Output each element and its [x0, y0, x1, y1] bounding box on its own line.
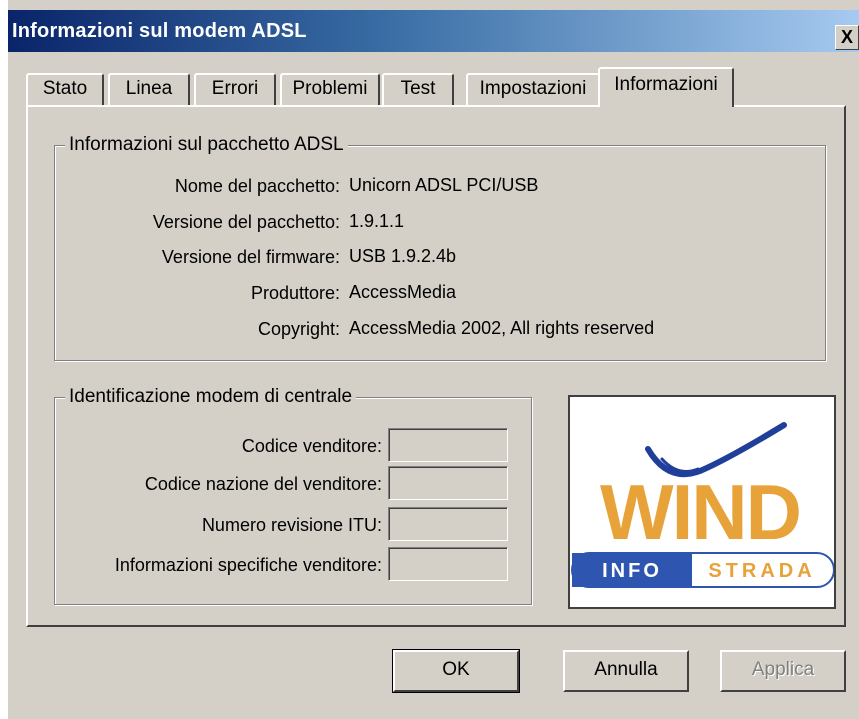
- logo-band-info: INFO: [602, 560, 662, 582]
- copyright-value: AccessMedia 2002, All rights reserved: [349, 318, 655, 338]
- firmware-version-label: Versione del firmware:: [161, 247, 340, 267]
- ok-button[interactable]: OK: [392, 649, 520, 693]
- tab-panel-informazioni: Informazioni sul pacchetto ADSL Nome del…: [26, 105, 846, 627]
- logo-band-strada: STRADA: [708, 560, 815, 582]
- package-version-label: Versione del pacchetto:: [152, 212, 340, 232]
- vendor-code-field[interactable]: [388, 428, 508, 462]
- copyright-label: Copyright:: [257, 319, 340, 339]
- tab-errori[interactable]: Errori: [194, 73, 276, 105]
- tab-informazioni[interactable]: Informazioni: [598, 67, 734, 107]
- wind-infostrada-logo: WIND INFO STRADA: [568, 395, 836, 609]
- window-title: Informazioni sul modem ADSL: [12, 20, 307, 42]
- tab-linea[interactable]: Linea: [108, 73, 190, 105]
- manufacturer-label: Produttore:: [250, 283, 340, 303]
- apply-button[interactable]: Applica: [720, 650, 846, 692]
- package-info-legend: Informazioni sul pacchetto ADSL: [65, 134, 348, 156]
- tab-stato[interactable]: Stato: [26, 73, 104, 105]
- vendor-specific-info-label: Informazioni specifiche venditore:: [114, 555, 382, 575]
- wind-logo-graphic: WIND INFO STRADA: [571, 422, 834, 588]
- cancel-button[interactable]: Annulla: [563, 650, 689, 692]
- tab-impostazioni[interactable]: Impostazioni: [466, 73, 600, 105]
- vendor-country-code-field[interactable]: [388, 466, 508, 500]
- modem-id-legend: Identificazione modem di centrale: [65, 386, 357, 408]
- logo-wordmark: WIND: [600, 468, 800, 556]
- package-version-value: 1.9.1.1: [349, 211, 405, 231]
- package-info-group: Informazioni sul pacchetto ADSL Nome del…: [54, 134, 826, 361]
- tab-problemi[interactable]: Problemi: [280, 73, 380, 105]
- close-button[interactable]: X: [835, 25, 859, 50]
- package-name-label: Nome del pacchetto:: [174, 176, 340, 196]
- manufacturer-value: AccessMedia: [349, 282, 457, 302]
- vendor-specific-info-field[interactable]: [388, 547, 508, 581]
- itu-revision-field[interactable]: [388, 507, 508, 541]
- vendor-country-code-label: Codice nazione del venditore:: [144, 474, 382, 494]
- tab-test[interactable]: Test: [382, 73, 454, 105]
- modem-id-group: Identificazione modem di centrale Codice…: [54, 386, 532, 605]
- vendor-code-label: Codice venditore:: [241, 436, 382, 456]
- tab-bar: Stato Linea Errori Problemi Test Imposta…: [26, 67, 846, 107]
- dialog-window: Informazioni sul modem ADSL X Stato Line…: [8, 0, 859, 719]
- itu-revision-label: Numero revisione ITU:: [201, 515, 382, 535]
- firmware-version-value: USB 1.9.2.4b: [349, 246, 457, 266]
- title-bar[interactable]: Informazioni sul modem ADSL X: [8, 10, 859, 52]
- package-name-value: Unicorn ADSL PCI/USB: [349, 175, 539, 195]
